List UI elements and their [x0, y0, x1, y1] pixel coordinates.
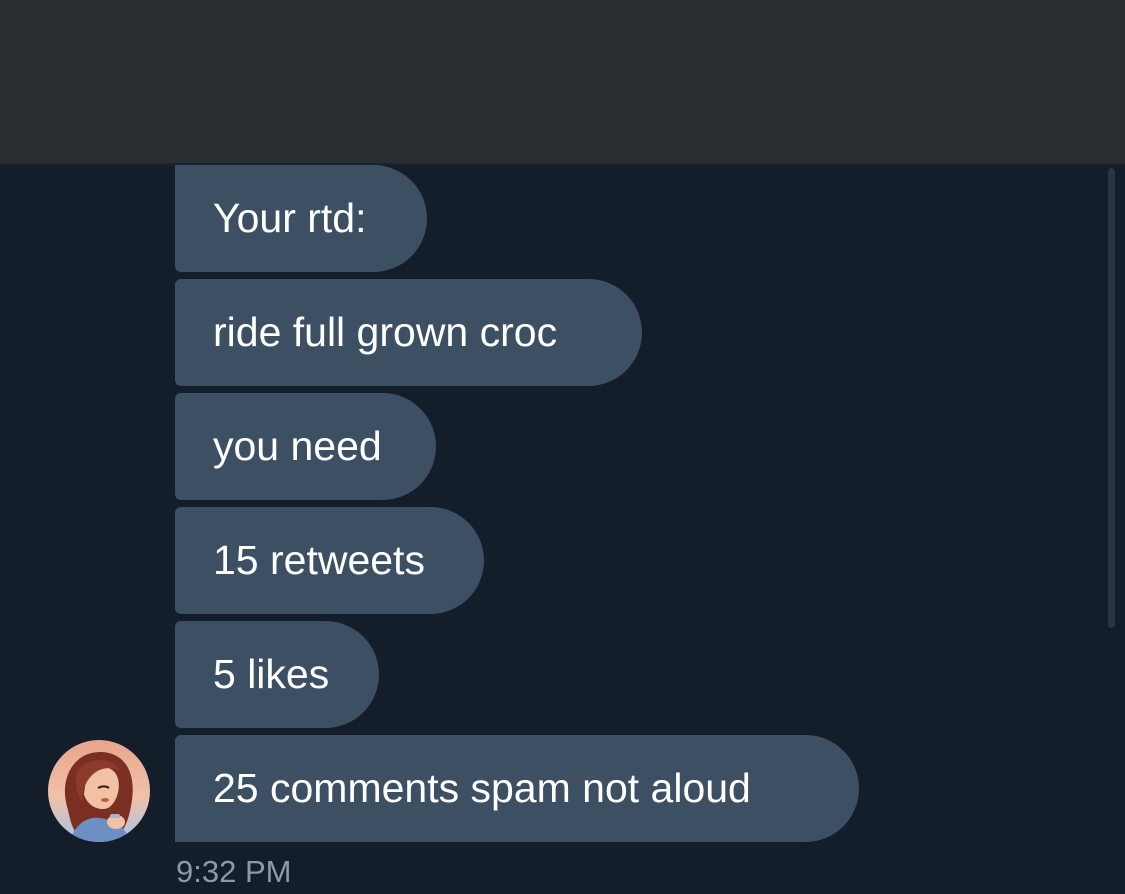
scrollbar[interactable]: [1108, 168, 1115, 628]
message-bubble[interactable]: ride full grown croc: [175, 279, 642, 386]
message-thread: Your rtd: ride full grown croc you need …: [0, 0, 1125, 894]
message-timestamp: 9:32 PM: [176, 854, 292, 889]
avatar-image: [64, 752, 133, 842]
message-bubble[interactable]: 15 retweets: [175, 507, 484, 614]
message-bubble[interactable]: 5 likes: [175, 621, 379, 728]
message-bubble[interactable]: Your rtd:: [175, 165, 427, 272]
message-bubble[interactable]: 25 comments spam not aloud: [175, 735, 859, 842]
message-bubble[interactable]: you need: [175, 393, 436, 500]
sender-avatar[interactable]: [48, 740, 150, 842]
